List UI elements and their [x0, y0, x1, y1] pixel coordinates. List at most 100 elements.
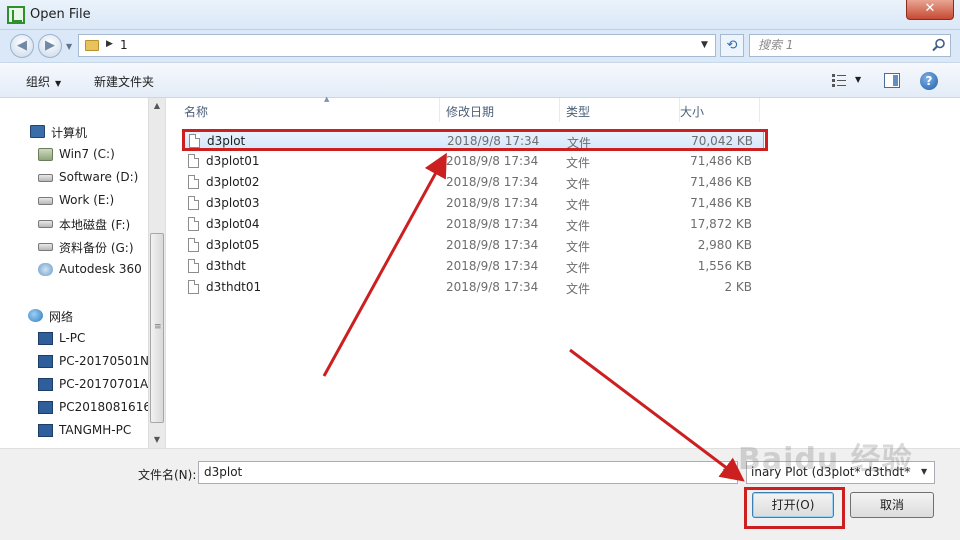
open-button-annotation	[744, 487, 845, 529]
sort-ascending-icon: ▲	[324, 95, 330, 103]
scroll-down-icon[interactable]: ▼	[149, 432, 165, 448]
column-header-size[interactable]: 大小	[680, 98, 760, 122]
breadcrumb-separator-icon[interactable]: ▶	[106, 39, 113, 49]
file-icon	[188, 217, 199, 231]
file-name: d3plot02	[206, 175, 260, 189]
filename-field[interactable]: d3plot ▼	[198, 461, 738, 484]
file-date: 2018/9/8 17:34	[446, 238, 539, 252]
chevron-down-icon: ▼	[55, 79, 62, 88]
scroll-up-icon[interactable]: ▲	[149, 98, 165, 114]
refresh-button[interactable]: ⟲	[720, 34, 744, 57]
search-icon[interactable]	[932, 38, 946, 52]
column-header-type[interactable]: 类型	[566, 98, 680, 122]
nav-item-label: 资料备份 (G:)	[59, 241, 134, 255]
file-type: 文件	[566, 219, 591, 233]
nav-item-label: Work (E:)	[59, 193, 115, 207]
nav-item-label: Autodesk 360	[59, 262, 142, 276]
column-header-date[interactable]: 修改日期	[446, 98, 560, 122]
command-toolbar: 组织 ▼ 新建文件夹 ▼ ?	[0, 62, 960, 98]
column-header-label: 名称	[184, 105, 209, 119]
file-type: 文件	[566, 198, 591, 212]
address-row: ◀ ▶ ▼ ▶ 1 ▼ ⟲	[0, 30, 960, 62]
arrow-right-icon: ▶	[45, 38, 55, 53]
nav-item-label: 网络	[49, 310, 74, 324]
title-bar: Open File ✕	[0, 0, 960, 30]
column-header-label: 修改日期	[446, 105, 495, 119]
file-type: 文件	[566, 261, 591, 275]
file-name: d3plot01	[206, 154, 260, 168]
file-size: 17,872 KB	[690, 217, 752, 231]
chevron-down-icon[interactable]: ▼	[921, 467, 928, 476]
filename-label: 文件名(N):	[138, 468, 197, 482]
organize-label: 组织	[26, 75, 51, 89]
refresh-icon: ⟲	[726, 38, 738, 53]
file-size: 71,486 KB	[690, 154, 752, 168]
scroll-thumb[interactable]	[150, 233, 164, 423]
watermark-logo: Baidu 经验	[738, 442, 913, 477]
nav-item-label: 本地磁盘 (F:)	[59, 218, 131, 232]
search-box[interactable]	[749, 34, 951, 57]
file-name: d3plot05	[206, 238, 260, 252]
cloud-drive-icon	[38, 263, 53, 276]
file-date: 2018/9/8 17:34	[446, 154, 539, 168]
back-button[interactable]: ◀	[10, 34, 34, 58]
file-date: 2018/9/8 17:34	[446, 280, 539, 294]
file-date: 2018/9/8 17:34	[446, 217, 539, 231]
file-icon	[188, 154, 199, 168]
nav-item-label: Win7 (C:)	[59, 147, 115, 161]
folder-icon	[85, 40, 99, 51]
network-computer-icon	[38, 401, 53, 414]
help-icon[interactable]: ?	[920, 72, 938, 90]
file-row[interactable]: d3plot02 2018/9/8 17:34 文件 71,486 KB	[182, 172, 764, 193]
computer-icon	[30, 125, 45, 138]
filename-value: d3plot	[204, 465, 243, 479]
network-icon	[28, 309, 43, 322]
column-header-label: 大小	[680, 105, 705, 119]
address-bar[interactable]: ▶ 1 ▼	[78, 34, 716, 57]
file-type: 文件	[566, 240, 591, 254]
file-type: 文件	[566, 177, 591, 191]
drive-icon	[38, 243, 53, 251]
nav-item-label: TANGMH-PC	[59, 423, 132, 437]
new-folder-button[interactable]: 新建文件夹	[94, 73, 154, 90]
view-options-icon[interactable]	[832, 74, 846, 87]
navigation-pane: 计算机 Win7 (C:) Software (D:) Work (E:) 本地…	[0, 98, 166, 448]
breadcrumb-current[interactable]: 1	[120, 38, 128, 52]
file-name: d3plot04	[206, 217, 260, 231]
file-row[interactable]: d3plot05 2018/9/8 17:34 文件 2,980 KB	[182, 235, 764, 256]
file-row[interactable]: d3plot04 2018/9/8 17:34 文件 17,872 KB	[182, 214, 764, 235]
file-date: 2018/9/8 17:34	[446, 259, 539, 273]
windows-drive-icon	[38, 148, 53, 161]
nav-item-label: PC20180816165	[59, 400, 159, 414]
chevron-down-icon[interactable]: ▼	[723, 467, 729, 476]
arrow-left-icon: ◀	[17, 38, 27, 53]
file-row[interactable]: d3thdt01 2018/9/8 17:34 文件 2 KB	[182, 277, 764, 298]
close-button[interactable]: ✕	[906, 0, 954, 20]
selected-file-annotation	[182, 129, 768, 151]
cancel-button[interactable]: 取消	[850, 492, 934, 518]
view-dropdown-icon[interactable]: ▼	[855, 75, 861, 84]
file-icon	[188, 280, 199, 294]
file-row[interactable]: d3plot01 2018/9/8 17:34 文件 71,486 KB	[182, 151, 764, 172]
column-header-name[interactable]: ▲ 名称	[184, 95, 440, 122]
file-size: 1,556 KB	[697, 259, 752, 273]
file-icon	[188, 259, 199, 273]
preview-pane-icon[interactable]	[884, 73, 900, 88]
file-date: 2018/9/8 17:34	[446, 175, 539, 189]
forward-button[interactable]: ▶	[38, 34, 62, 58]
nav-item-label: PC-20170701AC	[59, 377, 157, 391]
nav-item-label: Software (D:)	[59, 170, 139, 184]
network-computer-icon	[38, 332, 53, 345]
file-row[interactable]: d3thdt 2018/9/8 17:34 文件 1,556 KB	[182, 256, 764, 277]
column-header-label: 类型	[566, 105, 591, 119]
network-computer-icon	[38, 424, 53, 437]
file-name: d3thdt01	[206, 280, 262, 294]
nav-item-label: PC-20170501NE	[59, 354, 157, 368]
nav-pane-scrollbar[interactable]: ▲ ▼	[148, 98, 165, 448]
recent-locations-dropdown[interactable]: ▼	[66, 42, 72, 51]
search-input[interactable]	[758, 38, 928, 52]
file-row[interactable]: d3plot03 2018/9/8 17:34 文件 71,486 KB	[182, 193, 764, 214]
network-computer-icon	[38, 378, 53, 391]
organize-menu-button[interactable]: 组织 ▼	[26, 73, 61, 90]
address-dropdown-icon[interactable]: ▼	[701, 40, 708, 50]
